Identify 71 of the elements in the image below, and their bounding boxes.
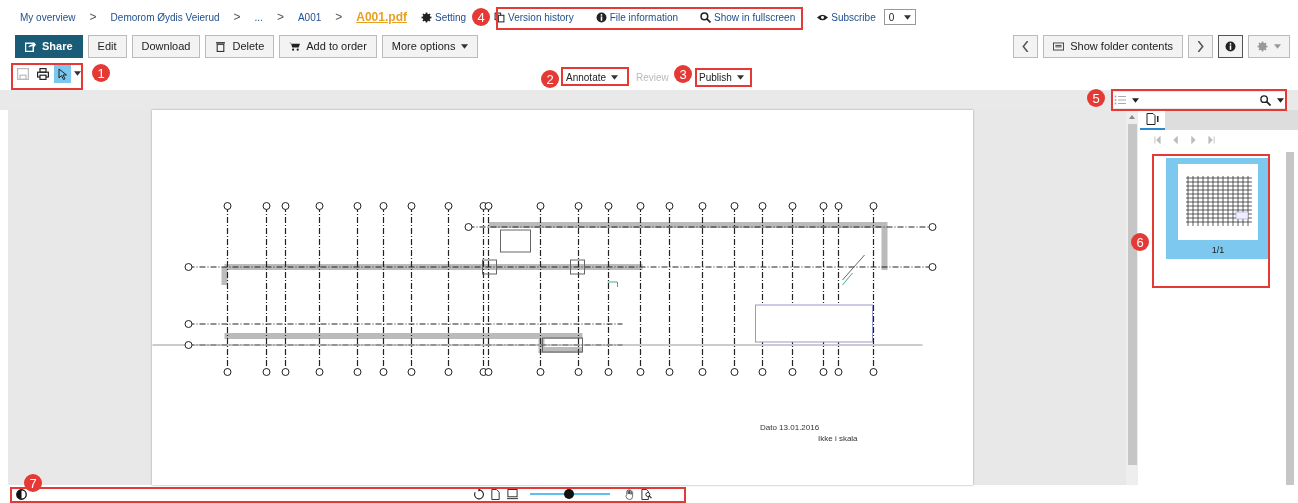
action-button[interactable]: Add to order [279, 34, 377, 58]
print-icon [36, 67, 49, 80]
breadcrumb-link[interactable]: A001 [297, 11, 322, 23]
pointer-icon [56, 67, 69, 80]
caret-icon [904, 14, 912, 20]
chevron-right-icon [1195, 40, 1206, 52]
callout-frame [561, 67, 629, 86]
title-block-scale: Ikke i skala [818, 434, 858, 443]
action-button[interactable]: Download [131, 34, 201, 58]
breadcrumb-link[interactable]: Demorom Øydis Veierud [110, 11, 220, 23]
breadcrumb-link[interactable]: ... [254, 11, 263, 23]
page-icon[interactable] [490, 488, 501, 500]
mode-menu[interactable]: Annotate [566, 71, 619, 84]
zoom-slider[interactable] [530, 489, 610, 499]
breadcrumb-separator: > [335, 10, 343, 24]
breadcrumb-link[interactable]: My overview [20, 11, 76, 23]
scroll-up-icon [1129, 115, 1135, 119]
header-link[interactable]: Show in fullscreen [700, 11, 796, 23]
count-select[interactable]: 0 [883, 9, 917, 25]
caret-icon [74, 71, 81, 76]
page-icon [1145, 113, 1160, 125]
breadcrumb-separator: > [276, 10, 284, 24]
contrast-icon[interactable] [16, 488, 27, 500]
caret-icon [1132, 97, 1139, 103]
action-button[interactable]: Delete [205, 34, 275, 58]
callout-number: 3 [674, 65, 692, 83]
trash-icon [215, 40, 227, 52]
scrollbar[interactable] [1286, 152, 1294, 485]
breadcrumb-separator: > [233, 10, 241, 24]
caret-icon [461, 43, 469, 49]
info-icon [1225, 40, 1236, 52]
previous-button[interactable] [1013, 34, 1039, 58]
callout-number: 1 [92, 64, 110, 82]
scrollbar[interactable] [1126, 110, 1138, 485]
save-icon [16, 67, 29, 80]
list-icon [1053, 40, 1065, 52]
callout-number: 5 [1087, 89, 1105, 107]
copy-icon [494, 11, 506, 23]
thumbnails-tab[interactable] [1140, 110, 1165, 130]
breadcrumb-separator: > [89, 10, 97, 24]
header-link[interactable]: Subscribe [817, 11, 876, 23]
list-icon [1114, 95, 1126, 105]
zoom-page-icon[interactable] [641, 488, 652, 500]
next-button[interactable] [1188, 34, 1213, 58]
header-link[interactable]: Setting [420, 11, 467, 23]
action-button[interactable]: Share [15, 34, 83, 58]
rotate-icon[interactable] [473, 488, 484, 500]
folder-button[interactable]: Show folder contents [1043, 34, 1183, 58]
settings-icon [420, 11, 432, 23]
callout-number: 2 [541, 70, 559, 88]
fit-width-icon[interactable] [507, 488, 518, 500]
header-link[interactable]: File information [595, 11, 679, 23]
hand-icon[interactable] [624, 488, 635, 500]
caret-icon [1274, 43, 1281, 49]
settings-button[interactable] [1248, 34, 1290, 58]
info-icon [595, 11, 607, 23]
callout-frame [695, 68, 752, 87]
info-button[interactable] [1218, 34, 1243, 58]
header-link[interactable]: Version history [494, 11, 574, 23]
title-block-date: Dato 13.01.2016 [760, 423, 820, 432]
caret-icon [1277, 97, 1284, 103]
action-button[interactable]: More options [381, 34, 479, 58]
callout-number: 4 [472, 8, 490, 26]
settings-icon [1257, 40, 1268, 52]
callout-frame [11, 63, 83, 90]
zoom-icon [700, 11, 712, 23]
page-thumbnail[interactable]: 1/1 [1166, 158, 1270, 259]
share-icon [25, 40, 36, 52]
search-icon [1260, 94, 1271, 106]
mode-menu[interactable]: Publish [699, 71, 744, 84]
action-button[interactable]: Edit [87, 34, 127, 58]
